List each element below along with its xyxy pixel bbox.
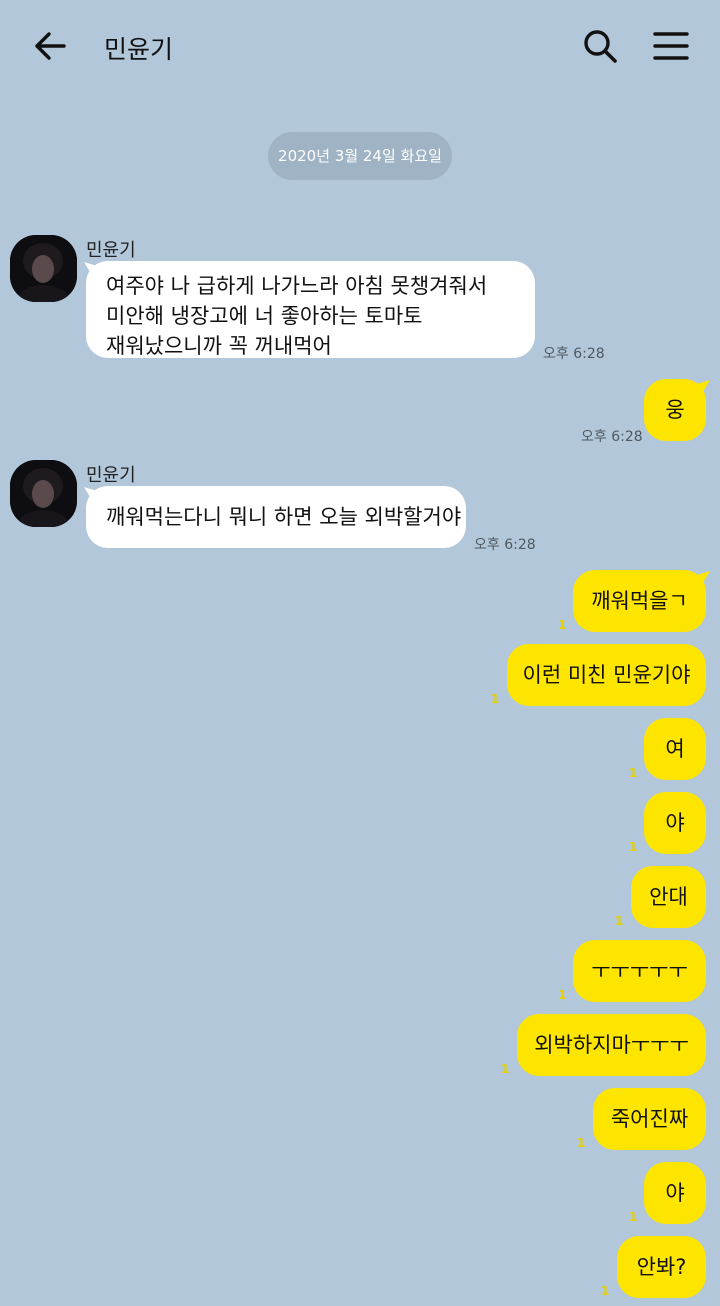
message-bubble-outgoing[interactable]: 야: [644, 792, 706, 854]
message-bubble-incoming[interactable]: 여주야 나 급하게 나가느라 아침 못챙겨줘서 미안해 냉장고에 너 좋아하는 …: [86, 261, 535, 358]
message-line: 여주야 나 급하게 나가느라 아침 못챙겨줘서: [106, 274, 488, 298]
message-bubble-outgoing[interactable]: 이런 미친 민윤기야: [507, 644, 706, 706]
message-bubble-outgoing[interactable]: 웅: [644, 379, 706, 441]
message-line: 재워났으니까 꼭 꺼내먹어: [106, 334, 332, 358]
profile-photo: [10, 460, 77, 527]
unread-count: 1: [491, 692, 500, 706]
unread-count: 1: [629, 1210, 638, 1224]
sender-name: 민윤기: [86, 465, 136, 486]
avatar[interactable]: [10, 235, 77, 302]
chat-title: 민윤기: [104, 35, 174, 64]
unread-count: 1: [629, 766, 638, 780]
message-bubble-outgoing[interactable]: 야: [644, 1162, 706, 1224]
unread-count: 1: [558, 988, 567, 1002]
chat-header: 민윤기: [0, 0, 720, 90]
search-icon: [584, 30, 617, 63]
hamburger-menu-icon: [653, 32, 689, 60]
message-bubble-incoming[interactable]: 깨워먹는다니 뭐니 하면 오늘 외박할거야: [86, 486, 466, 548]
message-bubble-outgoing[interactable]: ㅜㅜㅜㅜㅜ: [573, 940, 706, 1002]
unread-count: 1: [501, 1062, 510, 1076]
message-time: 오후 6:28: [581, 429, 643, 445]
unread-count: 1: [615, 914, 624, 928]
message-line: 미안해 냉장고에 너 좋아하는 토마토: [106, 304, 423, 328]
arrow-left-icon: [35, 32, 66, 60]
sender-name: 민윤기: [86, 240, 136, 261]
search-button[interactable]: [580, 26, 620, 66]
unread-count: 1: [558, 618, 567, 632]
message-bubble-outgoing[interactable]: 깨워먹을ㄱ: [573, 570, 706, 632]
chat-screen: 민윤기 2020년 3월 24일 화요일 민윤기 여주야 나 급하게 나가느라 …: [0, 0, 720, 1306]
message-bubble-outgoing[interactable]: 여: [644, 718, 706, 780]
message-bubble-outgoing[interactable]: 안봐?: [617, 1236, 706, 1298]
message-bubble-outgoing[interactable]: 외박하지마ㅜㅜㅜ: [517, 1014, 706, 1076]
unread-count: 1: [601, 1284, 610, 1298]
message-time: 오후 6:28: [474, 537, 536, 553]
avatar[interactable]: [10, 460, 77, 527]
date-divider: 2020년 3월 24일 화요일: [268, 132, 452, 180]
profile-photo: [10, 235, 77, 302]
message-bubble-outgoing[interactable]: 죽어진짜: [593, 1088, 706, 1150]
back-button[interactable]: [30, 26, 70, 66]
unread-count: 1: [577, 1136, 586, 1150]
menu-button[interactable]: [650, 26, 692, 66]
unread-count: 1: [629, 840, 638, 854]
message-time: 오후 6:28: [543, 346, 605, 362]
message-bubble-outgoing[interactable]: 안대: [631, 866, 706, 928]
